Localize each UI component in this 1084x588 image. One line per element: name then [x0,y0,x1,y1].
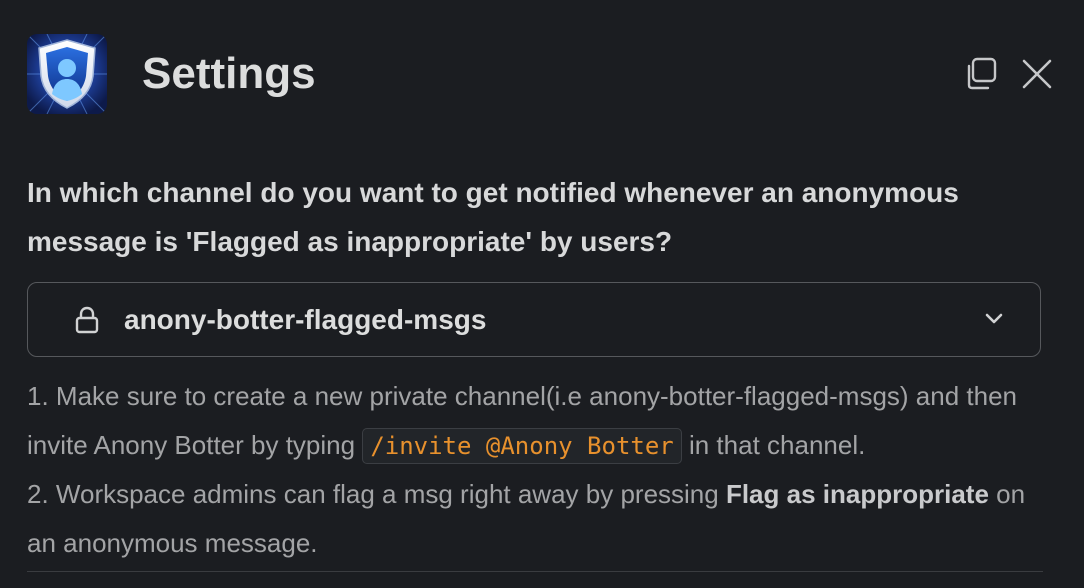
close-icon [1022,59,1052,89]
help-line-2-prefix: 2. Workspace admins can flag a msg right… [27,479,726,509]
help-text: 1. Make sure to create a new private cha… [27,372,1047,567]
modal-header: Settings [27,34,1057,114]
app-icon [27,34,107,114]
shield-user-icon [27,34,107,114]
help-line-1: 1. Make sure to create a new private cha… [27,372,1047,470]
copy-icon [967,57,997,90]
divider [27,571,1043,572]
chevron-down-icon [985,313,1003,324]
channel-select-value: anony-botter-flagged-msgs [124,304,487,335]
lock-icon [75,306,99,334]
help-line-1-suffix: in that channel. [681,429,866,460]
close-button[interactable] [1017,54,1057,94]
question-label: In which channel do you want to get noti… [27,177,959,257]
modal-title: Settings [142,49,316,98]
copy-button[interactable] [961,54,1001,94]
channel-select[interactable]: anony-botter-flagged-msgs [27,282,1041,357]
invite-command-code: /invite @Anony Botter [362,427,682,464]
flag-action-name: Flag as inappropriate [725,479,989,509]
help-line-2: 2. Workspace admins can flag a msg right… [27,470,1047,567]
